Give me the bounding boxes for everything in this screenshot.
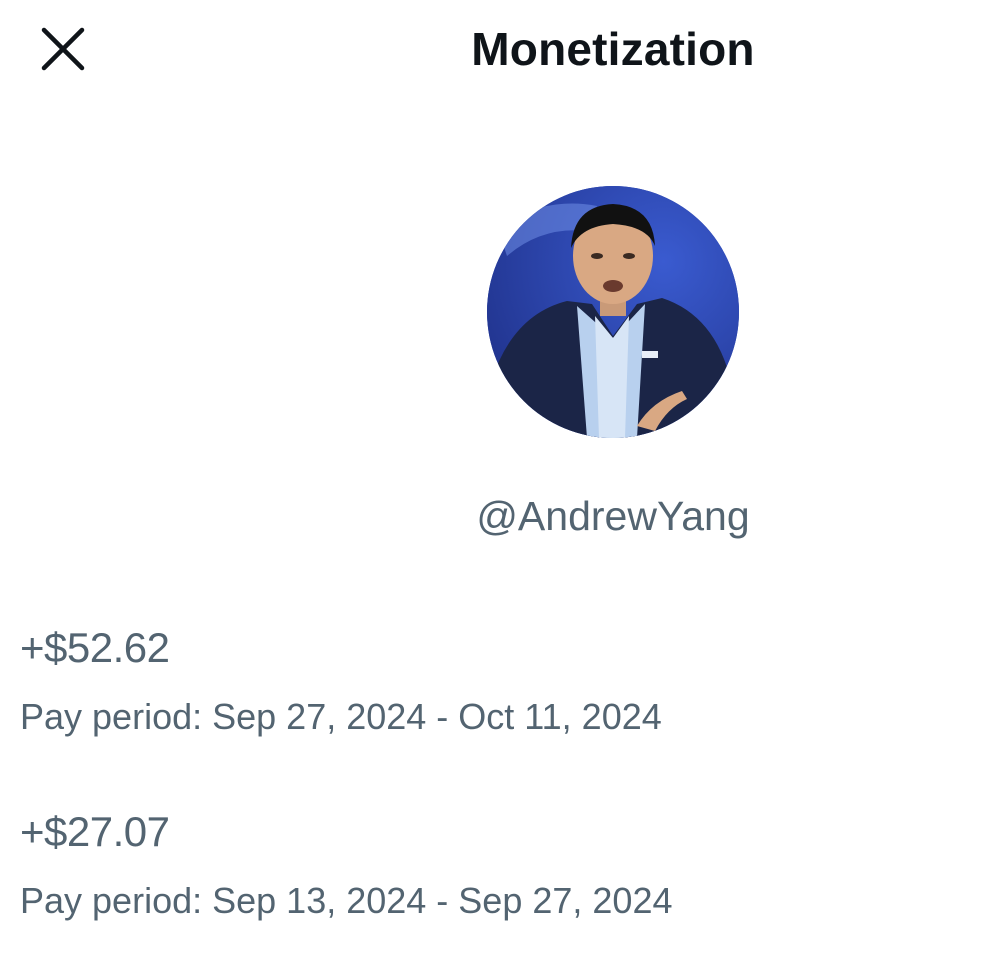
profile-handle: @AndrewYang — [476, 493, 750, 539]
payout-item: +$27.07 Pay period: Sep 13, 2024 - Sep 2… — [20, 806, 672, 924]
payout-period: Pay period: Sep 27, 2024 - Oct 11, 2024 — [20, 696, 662, 737]
payout-amount: +$52.62 — [20, 624, 170, 671]
avatar[interactable] — [487, 186, 739, 438]
payout-item: +$52.62 Pay period: Sep 27, 2024 - Oct 1… — [20, 622, 662, 740]
payout-period: Pay period: Sep 13, 2024 - Sep 27, 2024 — [20, 880, 673, 921]
avatar-photo — [487, 186, 739, 438]
page-title: Monetization — [471, 23, 755, 75]
payout-amount: +$27.07 — [20, 808, 170, 855]
